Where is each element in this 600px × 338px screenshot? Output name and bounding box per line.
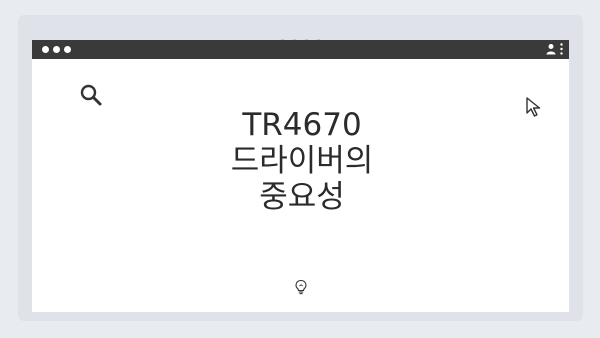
- maximize-dot[interactable]: [64, 46, 71, 53]
- titlebar-actions: [546, 43, 563, 55]
- window-content: TR4670 드라이버의 중요성: [32, 59, 569, 312]
- cursor-arrow-icon: [526, 97, 541, 117]
- user-icon[interactable]: [546, 43, 556, 55]
- window-titlebar: [32, 40, 569, 59]
- title-line-3: 중요성: [259, 179, 345, 215]
- minimize-dot[interactable]: [53, 46, 60, 53]
- more-vertical-icon[interactable]: [560, 43, 563, 55]
- title-line-2: 드라이버의: [230, 143, 374, 179]
- lightbulb-icon: [295, 279, 307, 295]
- close-dot[interactable]: [42, 46, 49, 53]
- window-controls: [42, 46, 71, 53]
- browser-window: TR4670 드라이버의 중요성: [32, 40, 569, 312]
- title-line-1: TR4670: [242, 107, 362, 143]
- search-icon: [80, 84, 102, 106]
- page-title: TR4670 드라이버의 중요성: [202, 107, 402, 215]
